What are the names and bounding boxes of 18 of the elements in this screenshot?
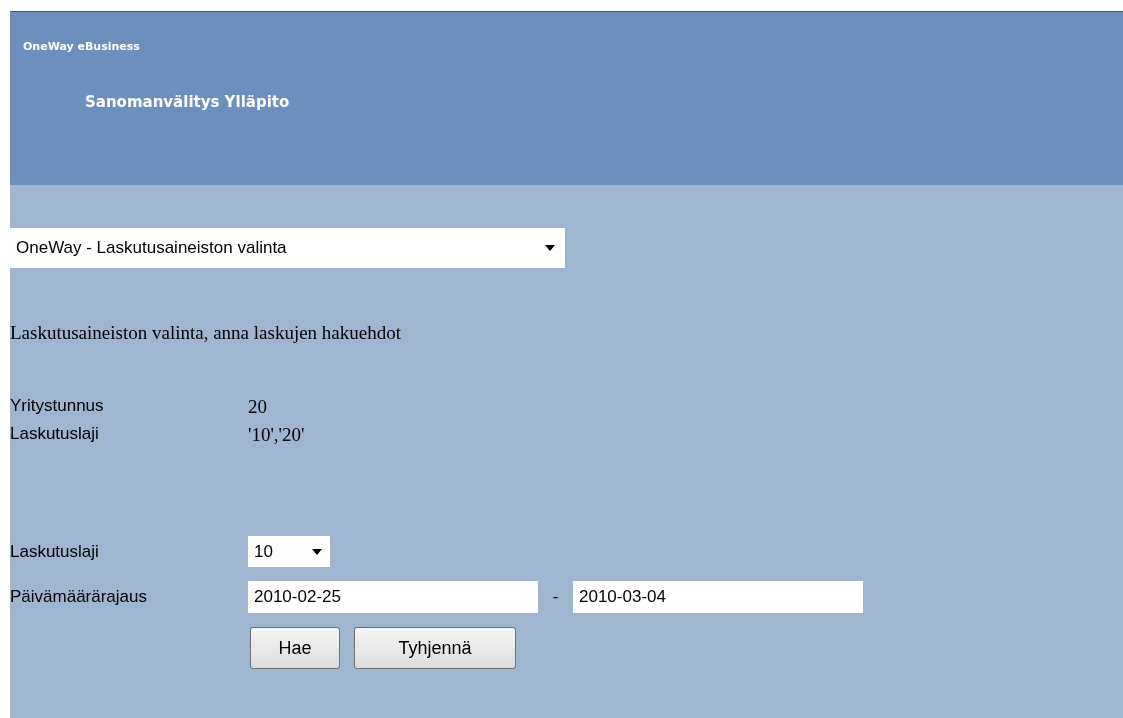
view-dropdown[interactable]: OneWay - Laskutusaineiston valinta [10, 228, 565, 268]
section-heading: Laskutusaineiston valinta, anna laskujen hakuehdot [10, 322, 402, 344]
caret-icon [312, 548, 322, 555]
caret-icon [545, 245, 555, 251]
clear-button[interactable]: Tyhjennä [354, 627, 516, 669]
field-label: Yritystunnus [10, 396, 105, 417]
page-title: Sanomanvälitys Ylläpito [85, 93, 291, 111]
date-from-field[interactable]: 2010-02-25 [248, 581, 538, 613]
field-label: Laskutuslaji [10, 424, 100, 445]
field-value: 20 [248, 396, 268, 418]
field-label: Laskutuslaji [10, 541, 100, 562]
type-dropdown[interactable]: 10 [248, 536, 330, 567]
range-separator: - [551, 587, 560, 607]
field-value: '10','20' [248, 424, 306, 446]
date-to-field[interactable]: 2010-03-04 [573, 581, 863, 613]
brand-name: OneWay eBusiness [23, 40, 141, 53]
search-button[interactable]: Hae [250, 627, 340, 669]
field-label: Päivämäärärajaus [10, 587, 148, 607]
